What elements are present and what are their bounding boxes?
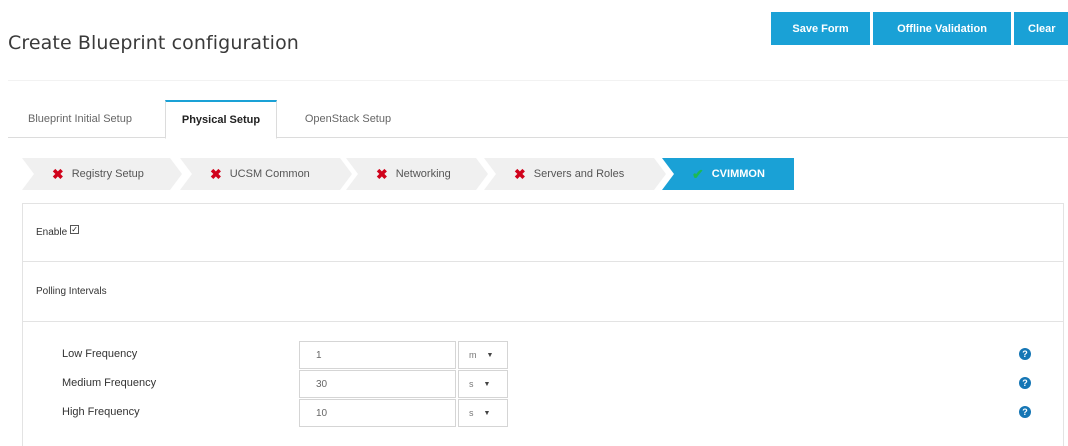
unit-value: s bbox=[469, 379, 474, 389]
clear-button[interactable]: Clear bbox=[1014, 12, 1068, 45]
high-frequency-row: High Frequency 10 s ▼ ? bbox=[23, 399, 1063, 427]
wizard-step-label: CVIMMON bbox=[711, 168, 765, 180]
error-x-icon: ✖ bbox=[376, 166, 388, 182]
medium-frequency-row: Medium Frequency 30 s ▼ ? bbox=[23, 370, 1063, 398]
tab-openstack-setup[interactable]: OpenStack Setup bbox=[288, 100, 408, 138]
enable-label: Enable bbox=[36, 227, 68, 238]
polling-intervals-row: Polling Intervals bbox=[23, 262, 1063, 322]
help-icon[interactable]: ? bbox=[1019, 377, 1031, 389]
caret-down-icon: ▼ bbox=[483, 409, 491, 417]
wizard-step-label: UCSM Common bbox=[229, 168, 310, 180]
wizard-step-networking[interactable]: ✖ Networking bbox=[346, 158, 488, 190]
caret-down-icon: ▼ bbox=[483, 380, 491, 388]
save-form-button[interactable]: Save Form bbox=[771, 12, 870, 45]
wizard-step-registry-setup[interactable]: ✖ Registry Setup bbox=[22, 158, 182, 190]
title-divider bbox=[8, 80, 1068, 81]
high-frequency-unit-select[interactable]: s ▼ bbox=[458, 399, 508, 427]
low-frequency-row: Low Frequency 1 m ▼ ? bbox=[23, 341, 1063, 369]
low-frequency-label: Low Frequency bbox=[62, 348, 138, 360]
wizard-steps: ✖ Registry Setup ✖ UCSM Common ✖ Network… bbox=[22, 158, 802, 190]
low-frequency-unit-select[interactable]: m ▼ bbox=[458, 341, 508, 369]
page-title: Create Blueprint configuration bbox=[8, 32, 299, 54]
error-x-icon: ✖ bbox=[514, 166, 526, 182]
cvimmon-panel: Enable ✓ Polling Intervals Low Frequency… bbox=[22, 203, 1064, 446]
help-icon[interactable]: ? bbox=[1019, 406, 1031, 418]
error-x-icon: ✖ bbox=[210, 166, 222, 182]
enable-row: Enable ✓ bbox=[23, 204, 1063, 262]
unit-value: s bbox=[469, 408, 474, 418]
tab-physical-setup[interactable]: Physical Setup bbox=[165, 100, 277, 139]
medium-frequency-unit-select[interactable]: s ▼ bbox=[458, 370, 508, 398]
check-icon: ✔ bbox=[692, 166, 704, 182]
polling-intervals-label: Polling Intervals bbox=[36, 286, 107, 297]
wizard-step-ucsm-common[interactable]: ✖ UCSM Common bbox=[180, 158, 352, 190]
wizard-step-label: Networking bbox=[395, 168, 451, 180]
help-icon[interactable]: ? bbox=[1019, 348, 1031, 360]
wizard-step-cvimmon[interactable]: ✔ CVIMMON bbox=[662, 158, 794, 190]
enable-checkbox[interactable]: ✓ bbox=[70, 225, 80, 234]
unit-value: m bbox=[469, 350, 477, 360]
wizard-step-servers-and-roles[interactable]: ✖ Servers and Roles bbox=[484, 158, 666, 190]
main-tabs: Blueprint Initial Setup Physical Setup O… bbox=[8, 100, 1068, 139]
medium-frequency-label: Medium Frequency bbox=[62, 377, 157, 389]
wizard-step-label: Servers and Roles bbox=[533, 168, 625, 180]
wizard-step-label: Registry Setup bbox=[71, 168, 144, 180]
high-frequency-label: High Frequency bbox=[62, 406, 140, 418]
medium-frequency-input[interactable]: 30 bbox=[299, 370, 456, 398]
offline-validation-button[interactable]: Offline Validation bbox=[873, 12, 1011, 45]
low-frequency-input[interactable]: 1 bbox=[299, 341, 456, 369]
tab-blueprint-initial-setup[interactable]: Blueprint Initial Setup bbox=[8, 100, 152, 138]
toolbar: Save Form Offline Validation Clear bbox=[771, 12, 1068, 45]
high-frequency-input[interactable]: 10 bbox=[299, 399, 456, 427]
error-x-icon: ✖ bbox=[52, 166, 64, 182]
caret-down-icon: ▼ bbox=[486, 351, 494, 359]
